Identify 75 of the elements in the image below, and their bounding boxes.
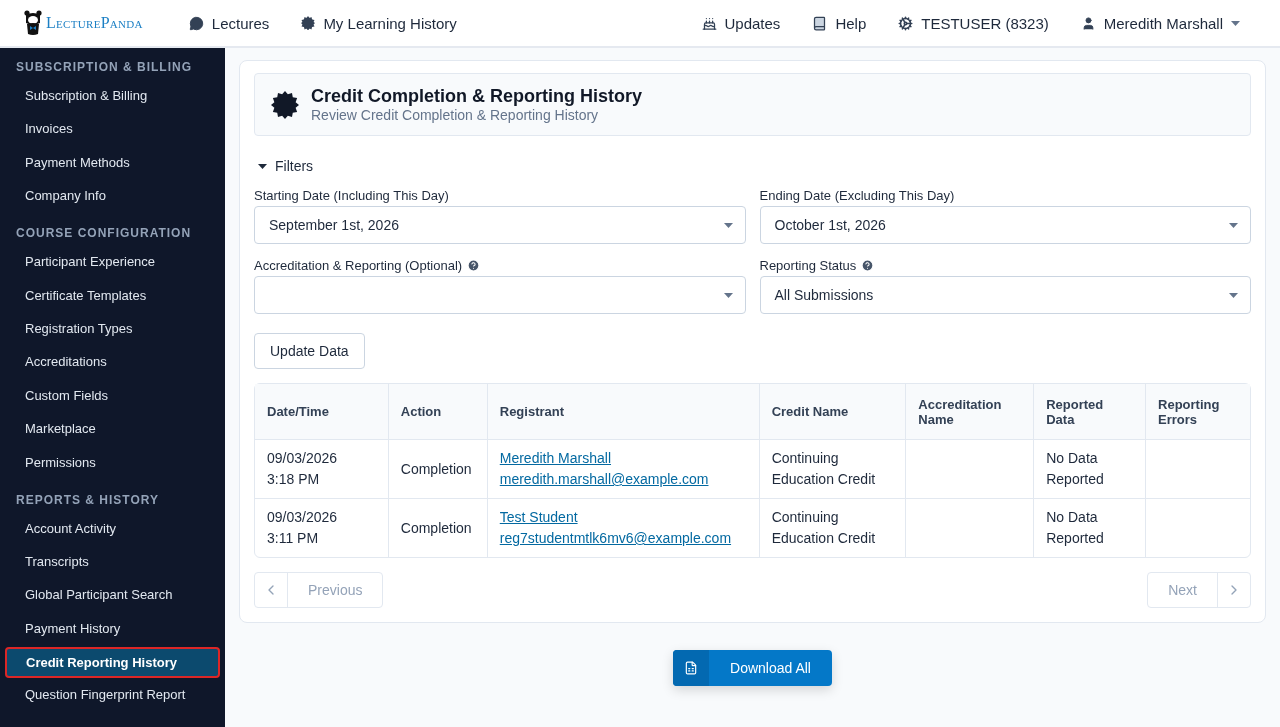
table-cell-text: Completion xyxy=(400,459,473,479)
logo-text[interactable]: LecturePanda xyxy=(46,14,143,32)
page-title: Credit Completion & Reporting History xyxy=(311,86,642,107)
sidebar-item[interactable]: Global Participant Search xyxy=(5,580,220,612)
caret-icon xyxy=(723,222,733,228)
column-header: Reported Data xyxy=(1033,384,1146,440)
nav-link[interactable]: TESTUSER (8323) xyxy=(882,14,1065,32)
table-cell-text: 09/03/2026 3:18 PM xyxy=(267,449,339,489)
sidebar-item[interactable]: Transcripts xyxy=(5,546,220,578)
field-label: Accreditation & Reporting (Optional) xyxy=(254,258,463,273)
sidebar-item[interactable]: Payment History xyxy=(5,613,220,645)
sidebar-item[interactable]: Account Activity xyxy=(5,513,220,545)
chat-icon xyxy=(188,15,204,31)
section-heading: COURSE CONFIGURATION xyxy=(15,225,193,243)
user-icon xyxy=(1080,15,1096,31)
nav-link[interactable]: Help xyxy=(796,14,883,32)
sidebar-item[interactable]: Credit Reporting History xyxy=(5,647,220,679)
table-cell-text: Continuing Education Credit xyxy=(771,508,877,548)
column-header: Credit Name xyxy=(758,384,906,440)
field-label: Reporting Status xyxy=(759,258,857,273)
select-field[interactable]: September 1st, 2026 xyxy=(254,206,746,244)
caret-icon xyxy=(723,292,733,298)
column-header: Action xyxy=(387,384,487,440)
registrant-link[interactable]: Test Student xyxy=(499,507,747,528)
field-label: Starting Date (Including This Day) xyxy=(254,188,449,203)
seal-icon xyxy=(301,16,316,30)
table-cell-text: Continuing Education Credit xyxy=(771,449,877,489)
registrant-link[interactable]: Meredith Marshall xyxy=(499,448,747,469)
nav-link[interactable]: Updates xyxy=(685,14,797,32)
caret-icon xyxy=(1229,292,1238,298)
sidebar-item[interactable]: Registration Types xyxy=(5,313,220,345)
column-header: Registrant xyxy=(486,384,759,440)
column-header: Reporting Errors xyxy=(1145,384,1250,440)
panda-logo-icon xyxy=(24,10,42,36)
section-heading: REPORTS & HISTORY xyxy=(15,491,161,509)
nav-link[interactable]: My Learning History xyxy=(285,14,473,32)
sidebar-item[interactable]: Question Fingerprint Report xyxy=(5,680,220,712)
table-cell-text: No Data Reported xyxy=(1046,508,1105,548)
book-icon xyxy=(812,15,828,31)
sidebar-item[interactable]: Company Info xyxy=(5,181,220,213)
user-menu[interactable]: Meredith Marshall xyxy=(1064,14,1256,32)
sidebar-item[interactable]: Custom Fields xyxy=(5,380,220,412)
sidebar-item[interactable]: Invoices xyxy=(5,114,220,146)
cake-icon xyxy=(701,15,717,31)
caret-icon xyxy=(1231,20,1240,26)
caret-icon xyxy=(258,163,267,169)
sidebar-item[interactable]: Permissions xyxy=(5,447,220,479)
select-field[interactable] xyxy=(254,276,746,314)
select-field[interactable]: All Submissions xyxy=(759,276,1251,314)
table-cell-text: No Data Reported xyxy=(1046,449,1105,489)
caret-icon xyxy=(1229,222,1238,228)
sidebar-item[interactable]: Certificate Templates xyxy=(5,280,220,312)
nav-link[interactable]: Lectures xyxy=(172,14,286,32)
spreadsheet-icon xyxy=(684,661,699,675)
page-subtitle: Review Credit Completion & Reporting History xyxy=(311,107,600,123)
table-cell-text: 09/03/2026 3:11 PM xyxy=(267,508,339,548)
field-label: Ending Date (Excluding This Day) xyxy=(759,188,955,203)
table-cell-text: Completion xyxy=(400,518,473,538)
email-link[interactable]: reg7studentmtlk6mv6@example.com xyxy=(499,528,747,549)
email-link[interactable]: meredith.marshall@example.com xyxy=(499,469,747,490)
seal-icon xyxy=(271,90,299,119)
download-button[interactable]: Download All xyxy=(673,650,832,686)
column-header: Date/Time xyxy=(255,384,388,440)
update-button[interactable]: Update Data xyxy=(254,333,365,369)
sidebar-item[interactable]: Payment Methods xyxy=(5,147,220,179)
sidebar-item[interactable]: Accreditations xyxy=(5,347,220,379)
help-icon[interactable] xyxy=(467,259,481,272)
sidebar-item[interactable]: Marketplace xyxy=(5,414,220,446)
sidebar-item[interactable]: Subscription & Billing xyxy=(5,81,220,112)
sidebar-item[interactable]: Participant Experience xyxy=(5,247,220,279)
section-heading: SUBSCRIPTION & BILLING xyxy=(15,59,193,76)
select-field[interactable]: October 1st, 2026 xyxy=(759,206,1251,244)
filters-toggle[interactable]: Filters xyxy=(254,158,318,174)
help-icon[interactable] xyxy=(861,259,875,272)
column-header: Accreditation Name xyxy=(905,384,1034,440)
